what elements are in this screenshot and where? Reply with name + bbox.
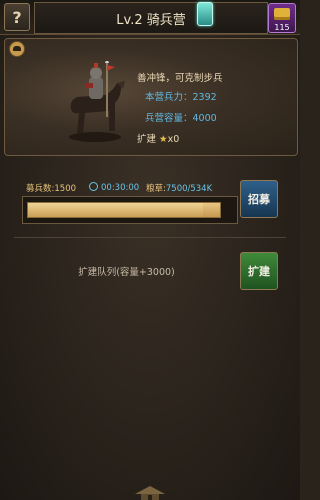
food-value: 7500/534K <box>165 184 213 194</box>
stat-row-capacity: 兵营容量：4000 <box>145 110 217 124</box>
expand-button-label: 扩建 <box>248 265 270 278</box>
recruit-slider[interactable] <box>22 196 238 224</box>
divider <box>14 237 286 238</box>
recruit-time: 00:30:00 <box>89 182 139 193</box>
stat-label: 本营兵力： <box>145 92 193 103</box>
stat-value: 2392 <box>192 92 217 103</box>
recruit-count-label: 募兵数: <box>26 184 55 194</box>
unit-info-panel: 善冲锋，可克制步兵 本营兵力：2392 兵营容量：4000 扩建 ★x0 <box>4 38 298 156</box>
cavalry-helmet-icon <box>9 41 25 57</box>
expand-button[interactable]: 扩建 <box>240 252 278 290</box>
help-button[interactable]: ? <box>4 3 30 31</box>
gem-count: 115 <box>274 23 290 32</box>
slider-handle[interactable] <box>197 2 213 26</box>
expand-queue-label: 扩建队列(容量+3000) <box>78 267 175 278</box>
stat-value: 4000 <box>192 113 217 124</box>
slider-fill <box>28 203 203 217</box>
stat-row-troops: 本营兵力：2392 <box>145 89 217 103</box>
help-icon: ? <box>12 7 22 27</box>
top-bar: ? Lv.2 骑兵营 115 <box>0 0 300 35</box>
star-icon: ★ <box>159 134 168 145</box>
page-title: Lv.2 骑兵营 <box>116 12 186 28</box>
treasure-chest-icon <box>274 8 290 20</box>
recruit-button[interactable]: 招募 <box>240 180 278 218</box>
gem-purchase-button[interactable]: 115 <box>268 3 296 33</box>
recruit-food: 粮草:7500/534K <box>146 182 212 194</box>
title-plate: Lv.2 骑兵营 <box>34 2 268 34</box>
pagoda-ornament-icon <box>135 486 165 500</box>
expand-count-row: 扩建 ★x0 <box>137 131 179 145</box>
recruit-count-value: 1500 <box>54 184 77 194</box>
cavalry-unit-image <box>69 61 125 142</box>
clock-icon <box>89 182 98 191</box>
slider-track[interactable] <box>27 202 221 218</box>
expand-count-label: 扩建 <box>137 134 157 145</box>
recruit-time-value: 00:30:00 <box>101 183 140 193</box>
recruit-button-label: 招募 <box>248 193 270 206</box>
food-label: 粮草: <box>146 184 166 194</box>
recruit-count: 募兵数:1500 <box>26 182 76 194</box>
unit-description: 善冲锋，可克制步兵 <box>137 73 223 84</box>
expand-count-value: x0 <box>167 134 180 145</box>
stat-label: 兵营容量： <box>145 113 193 124</box>
